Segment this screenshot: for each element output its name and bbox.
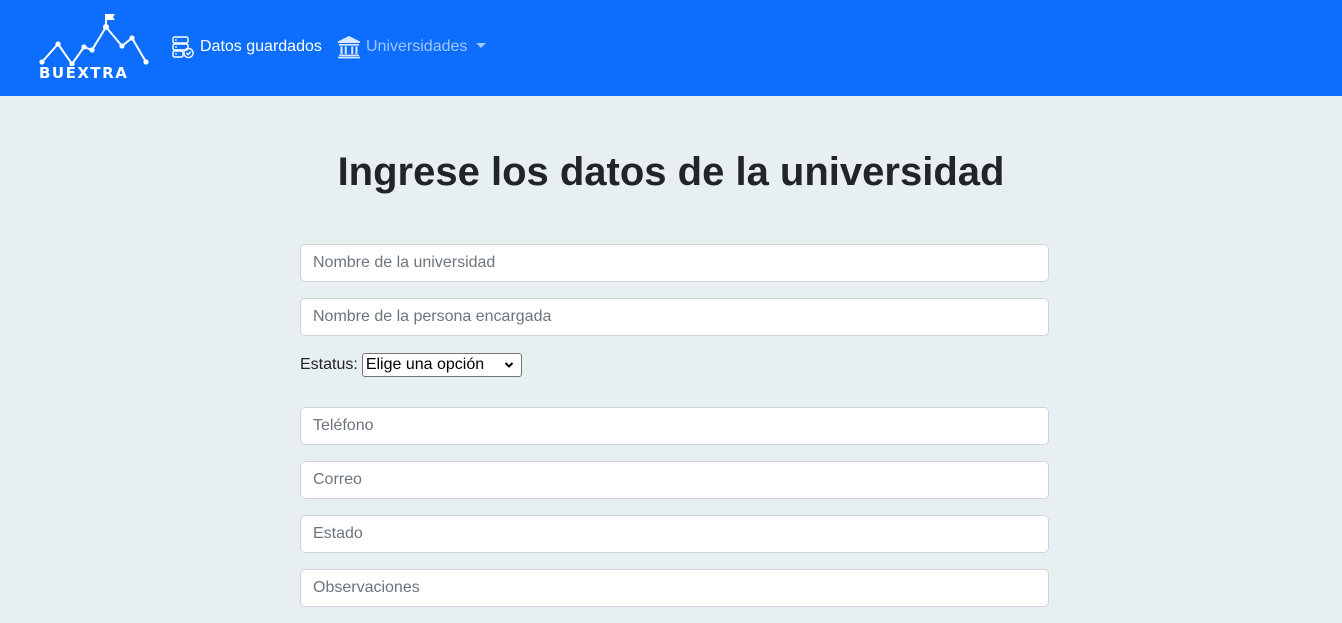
- status-field: Estatus: Elige una opción: [300, 353, 522, 377]
- mountain-logo-icon: [39, 14, 149, 66]
- status-select[interactable]: Elige una opción: [361, 353, 522, 377]
- state-input[interactable]: [300, 515, 1049, 553]
- server-check-icon: [171, 35, 195, 59]
- page-title: Ingrese los datos de la universidad: [337, 150, 1005, 194]
- chevron-down-icon: [504, 362, 514, 368]
- university-name-input[interactable]: [300, 244, 1049, 282]
- institution-icon: [337, 35, 361, 59]
- brand-logo[interactable]: BUEXTRA: [36, 10, 154, 84]
- nav-datos-guardados-label: Datos guardados: [200, 38, 322, 55]
- nav-universidades-dropdown[interactable]: Universidades: [337, 33, 487, 61]
- person-name-input[interactable]: [300, 298, 1049, 336]
- status-label: Estatus:: [300, 356, 358, 373]
- caret-down-icon: [476, 42, 487, 48]
- email-input[interactable]: [300, 461, 1049, 499]
- notes-input[interactable]: [300, 569, 1049, 607]
- brand-name: BUEXTRA: [39, 64, 129, 82]
- nav-datos-guardados[interactable]: Datos guardados: [171, 33, 322, 61]
- nav-universidades-label: Universidades: [366, 38, 468, 55]
- status-selected-value: Elige una opción: [365, 356, 485, 373]
- phone-input[interactable]: [300, 407, 1049, 445]
- navbar: BUEXTRA Datos guardados Universidades: [0, 0, 1342, 96]
